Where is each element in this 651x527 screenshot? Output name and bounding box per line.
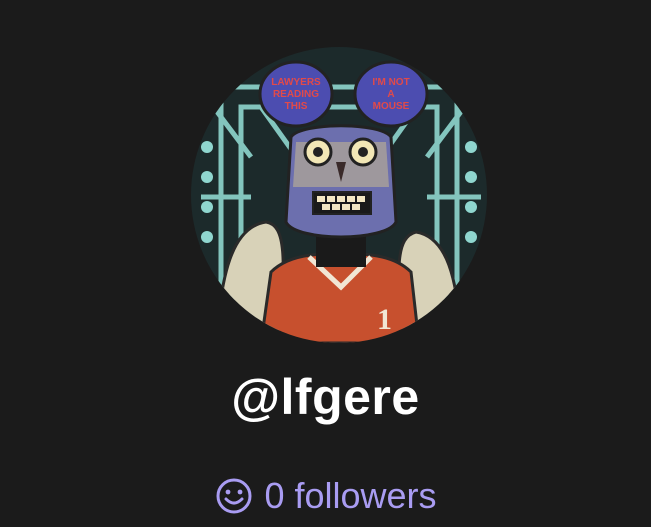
profile-handle: @lfgere — [231, 369, 420, 425]
ear-left-line-3: THIS — [285, 101, 308, 112]
ear-right-line-3: MOUSE — [373, 101, 410, 112]
followers-count: 0 — [264, 475, 285, 516]
ear-left-line-1: LAWYERS — [271, 77, 321, 88]
avatar-artwork: 1 LAWYERS READING THIS I'M NOT A MOUSE — [191, 47, 487, 343]
followers-label: followers — [294, 475, 437, 516]
avatar[interactable]: 1 LAWYERS READING THIS I'M NOT A MOUSE — [191, 47, 487, 343]
followers-link[interactable]: 0 followers — [0, 473, 651, 519]
ear-left-line-2: READING — [273, 89, 319, 100]
smiley-icon — [214, 476, 254, 516]
jersey-number: 1 — [377, 303, 392, 336]
ear-right-line-1: I'M NOT — [372, 77, 409, 88]
ear-right-line-2: A — [387, 89, 394, 100]
profile-header: 1 LAWYERS READING THIS I'M NOT A MOUSE @… — [0, 0, 651, 527]
